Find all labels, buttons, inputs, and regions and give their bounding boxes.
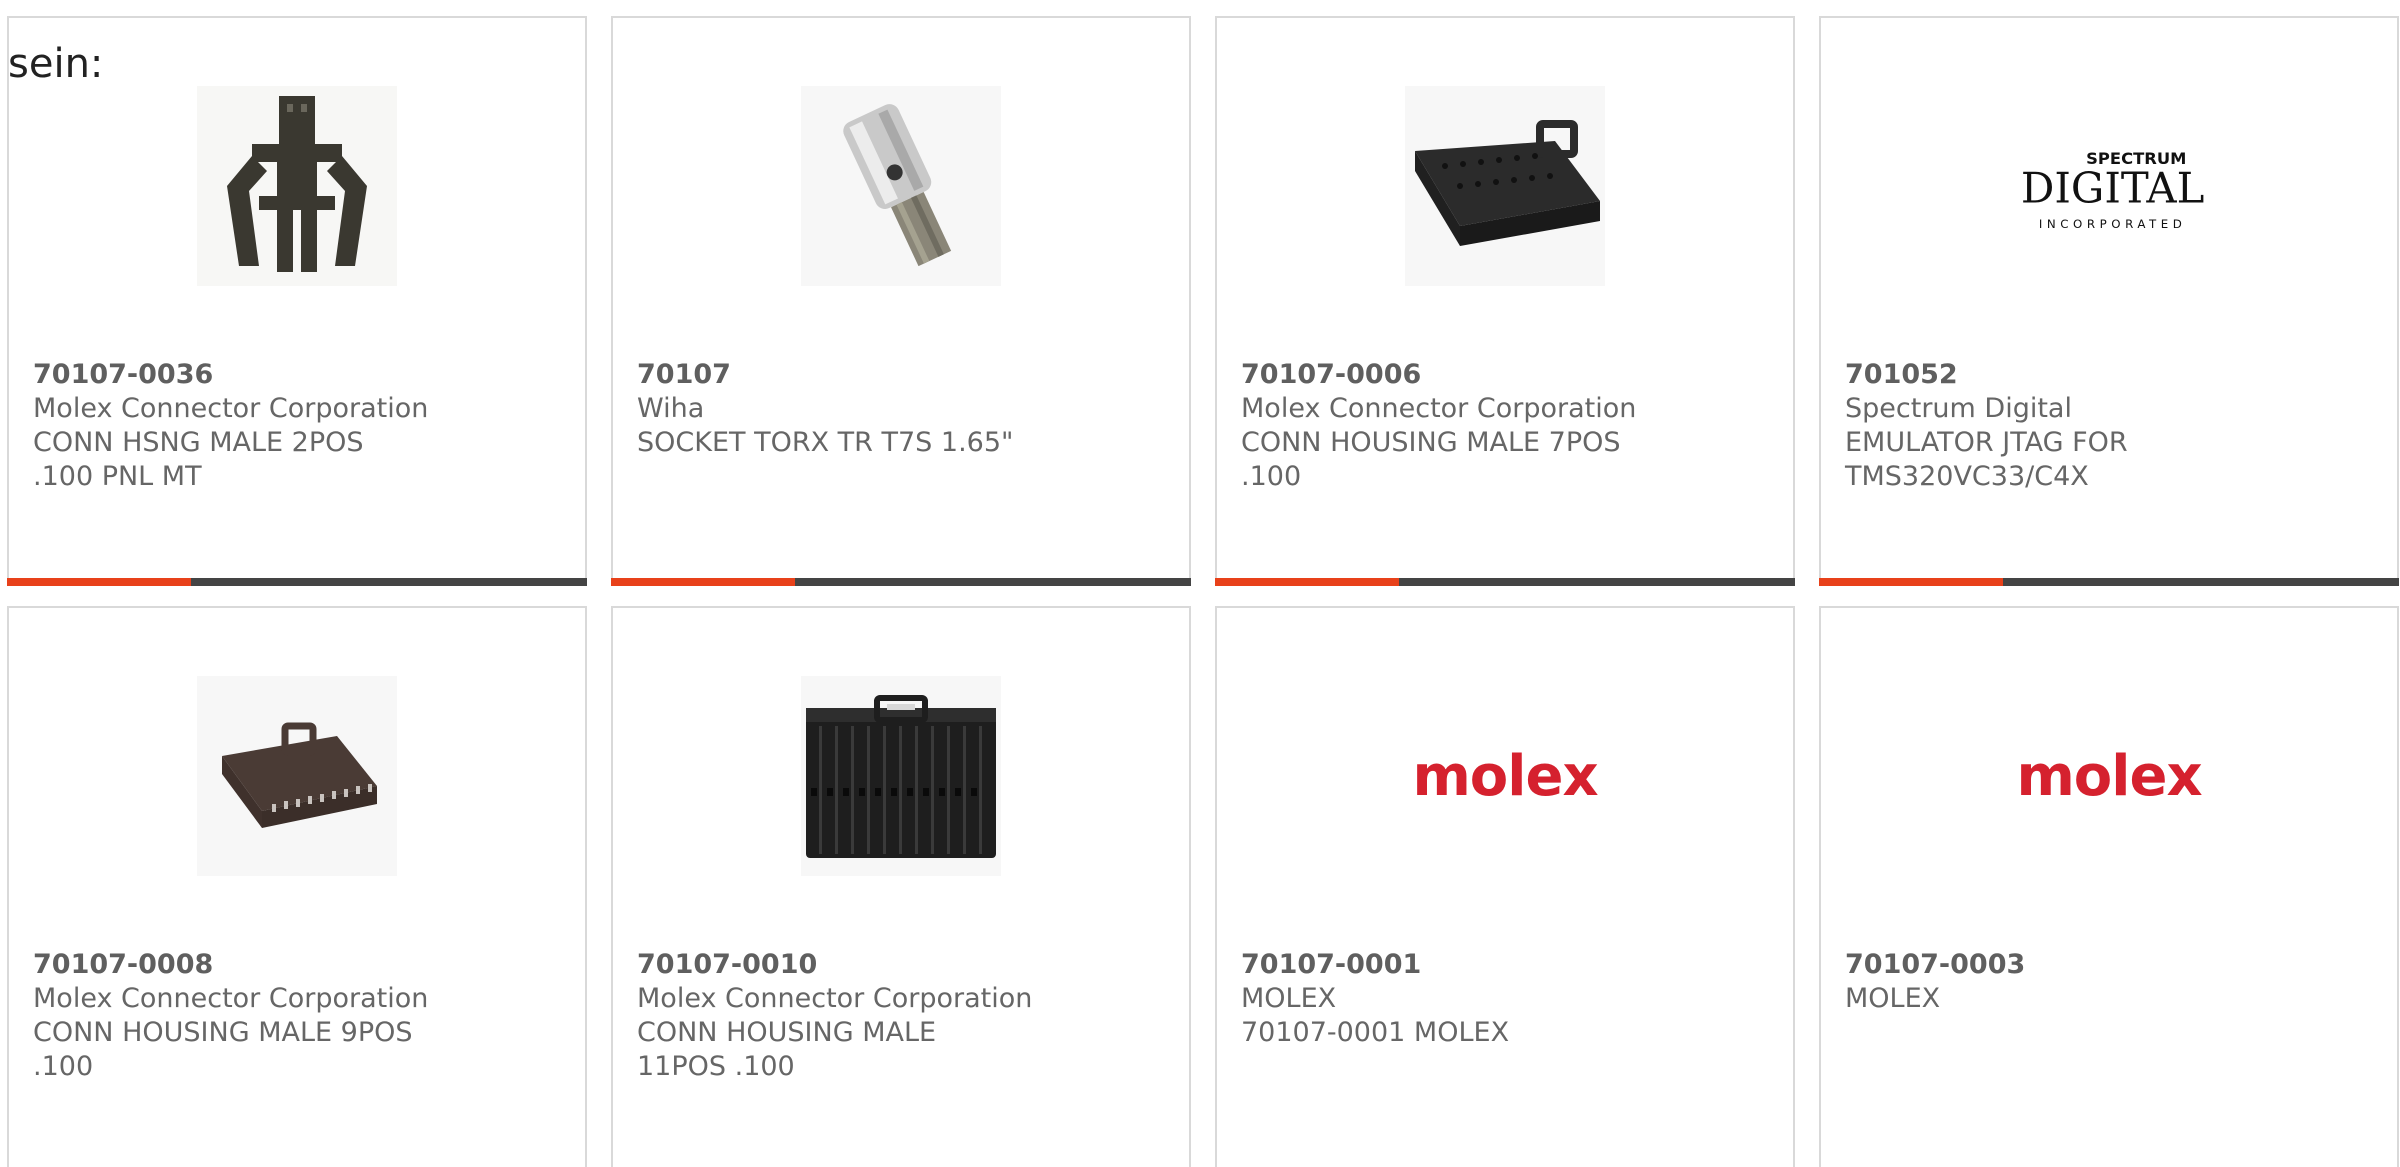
connector-housing-11pos-image bbox=[801, 676, 1001, 876]
molex-logo: molex bbox=[2009, 676, 2209, 876]
logo-bottom-text: INCORPORATED bbox=[2039, 217, 2187, 231]
intro-text: sein: bbox=[8, 41, 104, 87]
connector-housing-9pos-image bbox=[197, 676, 397, 876]
product-card[interactable]: molex 70107-0001 MOLEX 70107-0001 MOLEX bbox=[1215, 606, 1795, 1167]
description-label: 70107-0001 MOLEX bbox=[1241, 1017, 1510, 1048]
product-meta: 70107-0006 Molex Connector Corporation C… bbox=[1241, 358, 1769, 494]
accent-bar bbox=[1819, 578, 2003, 586]
part-number-link[interactable]: 70107-0010 bbox=[637, 948, 1165, 982]
accent-bar bbox=[611, 578, 795, 586]
card-footer-bar bbox=[1215, 578, 1795, 586]
connector-housing-clip-image bbox=[197, 86, 397, 286]
part-number-link[interactable]: 70107 bbox=[637, 358, 1165, 392]
connector-housing-7pos-image bbox=[1405, 86, 1605, 286]
manufacturer-label: Molex Connector Corporation bbox=[1241, 393, 1637, 424]
part-number-link[interactable]: 701052 bbox=[1845, 358, 2373, 392]
part-number-link[interactable]: 70107-0001 bbox=[1241, 948, 1769, 982]
product-meta: 70107-0003 MOLEX bbox=[1845, 948, 2373, 1016]
product-meta: 70107-0001 MOLEX 70107-0001 MOLEX bbox=[1241, 948, 1769, 1050]
part-number-link[interactable]: 70107-0006 bbox=[1241, 358, 1769, 392]
description-label: CONN HSNG MALE 2POS .100 PNL MT bbox=[33, 427, 364, 492]
part-number-link[interactable]: 70107-0036 bbox=[33, 358, 561, 392]
product-meta: 70107-0010 Molex Connector Corporation C… bbox=[637, 948, 1165, 1084]
logo-main-text: DIGITAL bbox=[2021, 163, 2204, 212]
manufacturer-label: Wiha bbox=[637, 393, 705, 424]
product-meta: 701052 Spectrum Digital EMULATOR JTAG FO… bbox=[1845, 358, 2373, 494]
product-meta: 70107-0036 Molex Connector Corporation C… bbox=[33, 358, 561, 494]
manufacturer-label: MOLEX bbox=[1241, 983, 1337, 1014]
card-footer-bar bbox=[1819, 578, 2399, 586]
product-card[interactable]: molex 70107-0003 MOLEX bbox=[1819, 606, 2399, 1167]
part-number-link[interactable]: 70107-0008 bbox=[33, 948, 561, 982]
molex-logo: molex bbox=[1405, 676, 1605, 876]
description-label: CONN HOUSING MALE 9POS .100 bbox=[33, 1017, 413, 1082]
search-results-page: sein: 70107-0036 Molex Connector Corpora… bbox=[0, 0, 2400, 1167]
part-number-link[interactable]: 70107-0003 bbox=[1845, 948, 2373, 982]
accent-bar bbox=[7, 578, 191, 586]
description-label: EMULATOR JTAG FOR TMS320VC33/C4X bbox=[1845, 427, 2128, 492]
product-card[interactable]: 70107-0006 Molex Connector Corporation C… bbox=[1215, 16, 1795, 586]
description-label: SOCKET TORX TR T7S 1.65" bbox=[637, 427, 1014, 458]
description-label: CONN HOUSING MALE 7POS .100 bbox=[1241, 427, 1621, 492]
manufacturer-label: Molex Connector Corporation bbox=[33, 393, 429, 424]
product-meta: 70107 Wiha SOCKET TORX TR T7S 1.65" bbox=[637, 358, 1165, 460]
product-card[interactable]: 70107 Wiha SOCKET TORX TR T7S 1.65" bbox=[611, 16, 1191, 586]
torx-socket-bit-image bbox=[801, 86, 1001, 286]
product-card[interactable]: 70107-0008 Molex Connector Corporation C… bbox=[7, 606, 587, 1167]
card-footer-bar bbox=[611, 578, 1191, 586]
manufacturer-label: Spectrum Digital bbox=[1845, 393, 2072, 424]
molex-logo-text: molex bbox=[1412, 743, 1598, 809]
molex-logo-text: molex bbox=[2016, 743, 2202, 809]
product-meta: 70107-0008 Molex Connector Corporation C… bbox=[33, 948, 561, 1084]
product-card[interactable]: 70107-0036 Molex Connector Corporation C… bbox=[7, 16, 587, 586]
spectrum-digital-logo: SPECTRUM DIGITAL INCORPORATED bbox=[2009, 86, 2209, 286]
accent-bar bbox=[1215, 578, 1399, 586]
card-footer-bar bbox=[7, 578, 587, 586]
manufacturer-label: Molex Connector Corporation bbox=[33, 983, 429, 1014]
manufacturer-label: MOLEX bbox=[1845, 983, 1941, 1014]
product-card[interactable]: SPECTRUM DIGITAL INCORPORATED 701052 Spe… bbox=[1819, 16, 2399, 586]
product-card[interactable]: 70107-0010 Molex Connector Corporation C… bbox=[611, 606, 1191, 1167]
manufacturer-label: Molex Connector Corporation bbox=[637, 983, 1033, 1014]
description-label: CONN HOUSING MALE 11POS .100 bbox=[637, 1017, 937, 1082]
